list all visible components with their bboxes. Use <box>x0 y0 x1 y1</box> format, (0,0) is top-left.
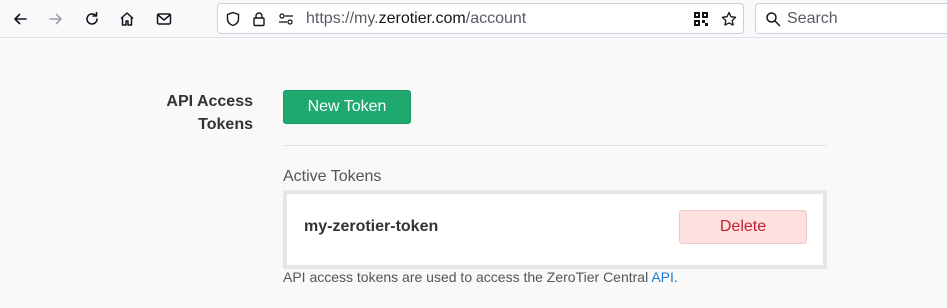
account-page: API Access Tokens New Token Active Token… <box>0 39 947 308</box>
help-text-suffix: . <box>673 269 678 285</box>
qr-code-icon[interactable] <box>693 11 709 27</box>
section-label: API Access Tokens <box>150 90 253 136</box>
back-arrow-icon[interactable] <box>8 7 32 31</box>
lock-icon[interactable] <box>251 11 267 27</box>
section-label-line1: API Access <box>166 93 253 110</box>
reload-icon[interactable] <box>80 7 104 31</box>
browser-toolbar: https://my.zerotier.com/account Search <box>0 0 947 38</box>
delete-token-button[interactable]: Delete <box>679 210 807 244</box>
active-tokens-label: Active Tokens <box>283 168 382 185</box>
search-icon <box>765 11 781 27</box>
token-row: my-zerotier-token Delete <box>283 190 827 269</box>
url-bar[interactable]: https://my.zerotier.com/account <box>217 3 744 34</box>
url-path: /account <box>465 10 527 27</box>
mail-icon[interactable] <box>152 7 176 31</box>
url-text[interactable]: https://my.zerotier.com/account <box>306 10 526 28</box>
divider <box>283 145 827 146</box>
new-token-button[interactable]: New Token <box>283 90 411 124</box>
permissions-icon[interactable] <box>278 11 294 27</box>
url-domain: zerotier.com <box>378 10 466 27</box>
url-prefix: https://my. <box>306 10 379 27</box>
home-icon[interactable] <box>115 7 139 31</box>
bookmark-star-icon[interactable] <box>721 11 737 27</box>
forward-arrow-icon[interactable] <box>44 7 68 31</box>
search-bar[interactable]: Search <box>755 3 947 34</box>
search-placeholder: Search <box>787 10 838 27</box>
api-link[interactable]: API <box>651 269 674 285</box>
shield-icon[interactable] <box>225 11 241 27</box>
help-text-body: API access tokens are used to access the… <box>283 269 652 285</box>
token-name: my-zerotier-token <box>304 218 439 235</box>
help-text: API access tokens are used to access the… <box>283 269 678 285</box>
section-label-line2: Tokens <box>198 116 253 133</box>
